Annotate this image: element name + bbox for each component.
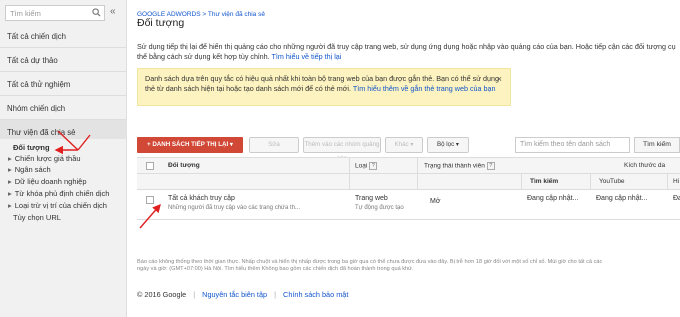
search-button[interactable]: Tìm kiếm xyxy=(634,137,680,153)
filter-button[interactable]: Bộ lọc ▾ xyxy=(427,137,469,153)
help-icon[interactable]: ? xyxy=(486,162,495,170)
add-remarketing-list-button[interactable]: + DANH SÁCH TIẾP THỊ LẠI ▾ xyxy=(137,137,243,153)
sidebar-search-input[interactable]: Tìm kiếm xyxy=(5,5,105,21)
nav-label: Tất cả dự thảo xyxy=(7,56,58,65)
member-status: Mở xyxy=(430,198,441,205)
sub-business-data[interactable]: ▸ Dữ liệu doanh nghiệp xyxy=(8,177,87,186)
col-search[interactable]: Tìm kiếm xyxy=(530,178,558,185)
hi-size: Đa xyxy=(673,195,680,202)
col-type[interactable]: Loại? xyxy=(355,162,378,170)
col-status-label: Trạng thái thành viên xyxy=(424,162,485,170)
sub-label: Đối tượng xyxy=(13,143,50,152)
page-title: Đối tượng xyxy=(137,17,185,29)
audience-name-link[interactable]: Tất cả khách truy cập xyxy=(168,195,235,202)
footer: © 2016 Google | Nguyên tắc biên tập | Ch… xyxy=(137,290,348,299)
nav-all-experiments[interactable]: Tất cả thử nghiệm xyxy=(0,72,127,96)
col-member-status[interactable]: Trạng thái thành viên? xyxy=(424,162,495,170)
expand-icon: ▸ xyxy=(8,165,12,174)
audience-type: Trang web xyxy=(355,195,388,202)
description-text: Sử dụng tiếp thị lại để hiển thị quảng c… xyxy=(137,42,676,61)
sub-bid-strategies[interactable]: ▸ Chiến lược giá thầu xyxy=(8,154,81,163)
col-type-label: Loại xyxy=(355,162,368,170)
sub-label: Loại trừ vị trí của chiến dịch xyxy=(14,201,107,210)
table-row[interactable]: Tất cả khách truy cập Những người đã tru… xyxy=(137,190,680,220)
sub-label: Dữ liệu doanh nghiệp xyxy=(14,177,87,186)
info-notice: Danh sách dựa trên quy tắc có hiệu quả n… xyxy=(137,68,511,106)
col-youtube[interactable]: YouTube xyxy=(599,178,625,185)
collapse-sidebar-icon[interactable]: « xyxy=(110,6,116,17)
more-button[interactable]: Khác ▾ xyxy=(385,137,423,153)
tagging-learn-link[interactable]: Tìm hiểu thêm về gắn thẻ trang web của b… xyxy=(353,84,496,93)
separator: | xyxy=(274,290,277,299)
expand-icon: ▸ xyxy=(8,201,12,210)
row-checkbox[interactable] xyxy=(146,196,154,204)
table-header: Đối tượng Loại? Trạng thái thành viên? K… xyxy=(137,157,680,174)
edit-button[interactable]: Sửa xyxy=(249,137,299,153)
audience-type-sub: Tự động được tạo xyxy=(355,205,404,211)
expand-icon: ▸ xyxy=(8,189,12,198)
help-icon[interactable]: ? xyxy=(369,162,378,170)
select-all-checkbox[interactable] xyxy=(146,162,154,170)
expand-icon: ▸ xyxy=(8,177,12,186)
nav-campaign-groups[interactable]: Nhóm chiến dịch xyxy=(0,96,127,120)
col-hi[interactable]: Hi xyxy=(673,178,679,185)
sub-audiences[interactable]: Đối tượng xyxy=(13,143,50,152)
search-size: Đang cập nhật... xyxy=(527,195,579,202)
nav-shared-library[interactable]: Thư viện đã chia sẻ xyxy=(0,120,127,139)
sub-label: Từ khóa phủ định chiến dịch xyxy=(14,189,110,198)
nav-label: Nhóm chiến dịch xyxy=(7,104,66,113)
sidebar-search-placeholder: Tìm kiếm xyxy=(10,9,41,18)
nav-label: Tất cả chiến dịch xyxy=(7,32,66,41)
nav-all-drafts[interactable]: Tất cả dự thảo xyxy=(0,48,127,72)
privacy-policy-link[interactable]: Chính sách bảo mật xyxy=(283,290,348,299)
close-icon[interactable]: × xyxy=(497,74,502,85)
audience-table: Đối tượng Loại? Trạng thái thành viên? K… xyxy=(137,157,680,227)
col-size: Kích thước da xyxy=(624,162,666,169)
nav-label: Tất cả thử nghiệm xyxy=(7,80,71,89)
main-content: GOOGLE ADWORDS > Thư viện đã chia sẻ Đối… xyxy=(137,0,680,317)
audience-subtitle: Những người đã truy cập vào các trang ch… xyxy=(168,205,301,211)
table-subheader: Tìm kiếm YouTube Hi xyxy=(137,174,680,190)
remarketing-learn-link[interactable]: Tìm hiểu về tiếp thị lại xyxy=(271,52,341,61)
list-search-placeholder: Tìm kiếm theo tên danh sách xyxy=(520,141,611,148)
nav-all-campaigns[interactable]: Tất cả chiến dịch xyxy=(0,24,127,48)
search-icon[interactable] xyxy=(92,8,101,17)
col-audience[interactable]: Đối tượng xyxy=(168,162,200,169)
sub-negative-keywords[interactable]: ▸ Từ khóa phủ định chiến dịch xyxy=(8,189,109,198)
nav-label: Thư viện đã chia sẻ xyxy=(7,128,76,137)
page-description: Sử dụng tiếp thị lại để hiển thị quảng c… xyxy=(137,42,677,62)
copyright: © 2016 Google xyxy=(137,290,187,299)
separator: | xyxy=(193,290,196,299)
expand-icon: ▸ xyxy=(8,154,12,163)
sub-label: Ngân sách xyxy=(14,165,51,174)
sub-budgets[interactable]: ▸ Ngân sách xyxy=(8,165,51,174)
sub-placement-exclusions[interactable]: ▸ Loại trừ vị trí của chiến dịch xyxy=(8,201,107,210)
sub-label: Tùy chọn URL xyxy=(13,213,61,222)
add-to-ad-groups-button[interactable]: Thêm vào các nhóm quảng cáo xyxy=(303,137,381,162)
youtube-size: Đang cập nhật... xyxy=(596,195,648,202)
sidebar: Tìm kiếm « Tất cả chiến dịch Tất cả dự t… xyxy=(0,0,127,317)
sub-url-options[interactable]: Tùy chọn URL xyxy=(13,213,61,222)
report-footnote: Báo cáo không thống theo thời gian thực.… xyxy=(137,259,603,273)
editorial-guidelines-link[interactable]: Nguyên tắc biên tập xyxy=(202,290,267,299)
sub-label: Chiến lược giá thầu xyxy=(14,154,81,163)
list-search-input[interactable]: Tìm kiếm theo tên danh sách xyxy=(515,137,630,153)
